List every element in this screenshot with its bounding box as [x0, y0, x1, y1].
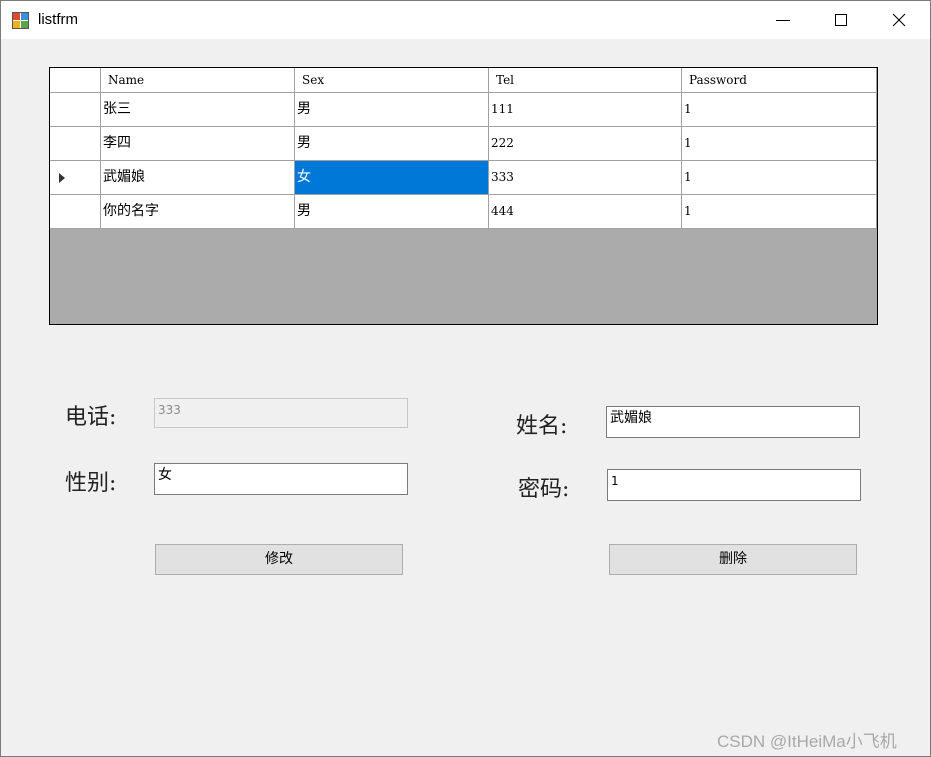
column-header-tel[interactable]: Tel [489, 68, 682, 92]
cell-sex[interactable]: 男 [295, 195, 489, 228]
minimize-icon [776, 20, 790, 21]
cell-password[interactable]: 1 [682, 93, 877, 126]
password-field[interactable]: 1 [607, 469, 861, 501]
cell-tel[interactable]: 333 [489, 161, 682, 194]
password-label: 密码: [518, 477, 570, 502]
cell-sex[interactable]: 男 [295, 93, 489, 126]
name-field[interactable]: 武媚娘 [606, 406, 860, 438]
row-header[interactable] [50, 93, 101, 126]
row-header[interactable] [50, 127, 101, 160]
cell-sex[interactable]: 男 [295, 127, 489, 160]
table-row[interactable]: 武媚娘 女 333 1 [50, 161, 877, 195]
phone-label: 电话: [65, 405, 117, 430]
row-header[interactable] [50, 161, 101, 194]
column-header-name[interactable]: Name [101, 68, 295, 92]
cell-tel[interactable]: 111 [489, 93, 682, 126]
table-row[interactable]: 李四 男 222 1 [50, 127, 877, 161]
cell-password[interactable]: 1 [682, 161, 877, 194]
table-row[interactable]: 你的名字 男 444 1 [50, 195, 877, 229]
cell-name[interactable]: 你的名字 [101, 195, 295, 228]
grid-corner-header[interactable] [50, 68, 101, 92]
window-title: listfrm [38, 11, 78, 28]
maximize-icon [835, 14, 847, 26]
gender-label: 性别: [65, 471, 117, 496]
name-label: 姓名: [516, 414, 568, 439]
gender-field[interactable]: 女 [154, 463, 408, 495]
cell-password[interactable]: 1 [682, 195, 877, 228]
column-header-sex[interactable]: Sex [295, 68, 489, 92]
cell-name[interactable]: 张三 [101, 93, 295, 126]
cell-tel[interactable]: 222 [489, 127, 682, 160]
cell-password[interactable]: 1 [682, 127, 877, 160]
maximize-button[interactable] [812, 1, 870, 39]
delete-button[interactable]: 删除 [609, 544, 857, 575]
cell-sex-selected[interactable]: 女 [295, 161, 489, 194]
watermark: CSDN @ItHeiMa小飞机 [717, 732, 897, 751]
data-grid[interactable]: Name Sex Tel Password 张三 男 111 1 李四 男 22… [49, 67, 878, 325]
window: listfrm Name Sex Tel Password 张三 男 111 1… [0, 0, 931, 757]
grid-header: Name Sex Tel Password [50, 68, 877, 93]
cell-name[interactable]: 李四 [101, 127, 295, 160]
column-header-password[interactable]: Password [682, 68, 877, 92]
cell-name[interactable]: 武媚娘 [101, 161, 295, 194]
row-header[interactable] [50, 195, 101, 228]
modify-button[interactable]: 修改 [155, 544, 403, 575]
current-row-arrow-icon [59, 173, 65, 183]
cell-tel[interactable]: 444 [489, 195, 682, 228]
table-row[interactable]: 张三 男 111 1 [50, 93, 877, 127]
close-icon [892, 13, 906, 27]
app-icon [12, 12, 29, 29]
phone-field[interactable]: 333 [154, 398, 408, 428]
close-button[interactable] [870, 1, 928, 39]
minimize-button[interactable] [754, 1, 812, 39]
title-bar[interactable]: listfrm [1, 1, 930, 39]
